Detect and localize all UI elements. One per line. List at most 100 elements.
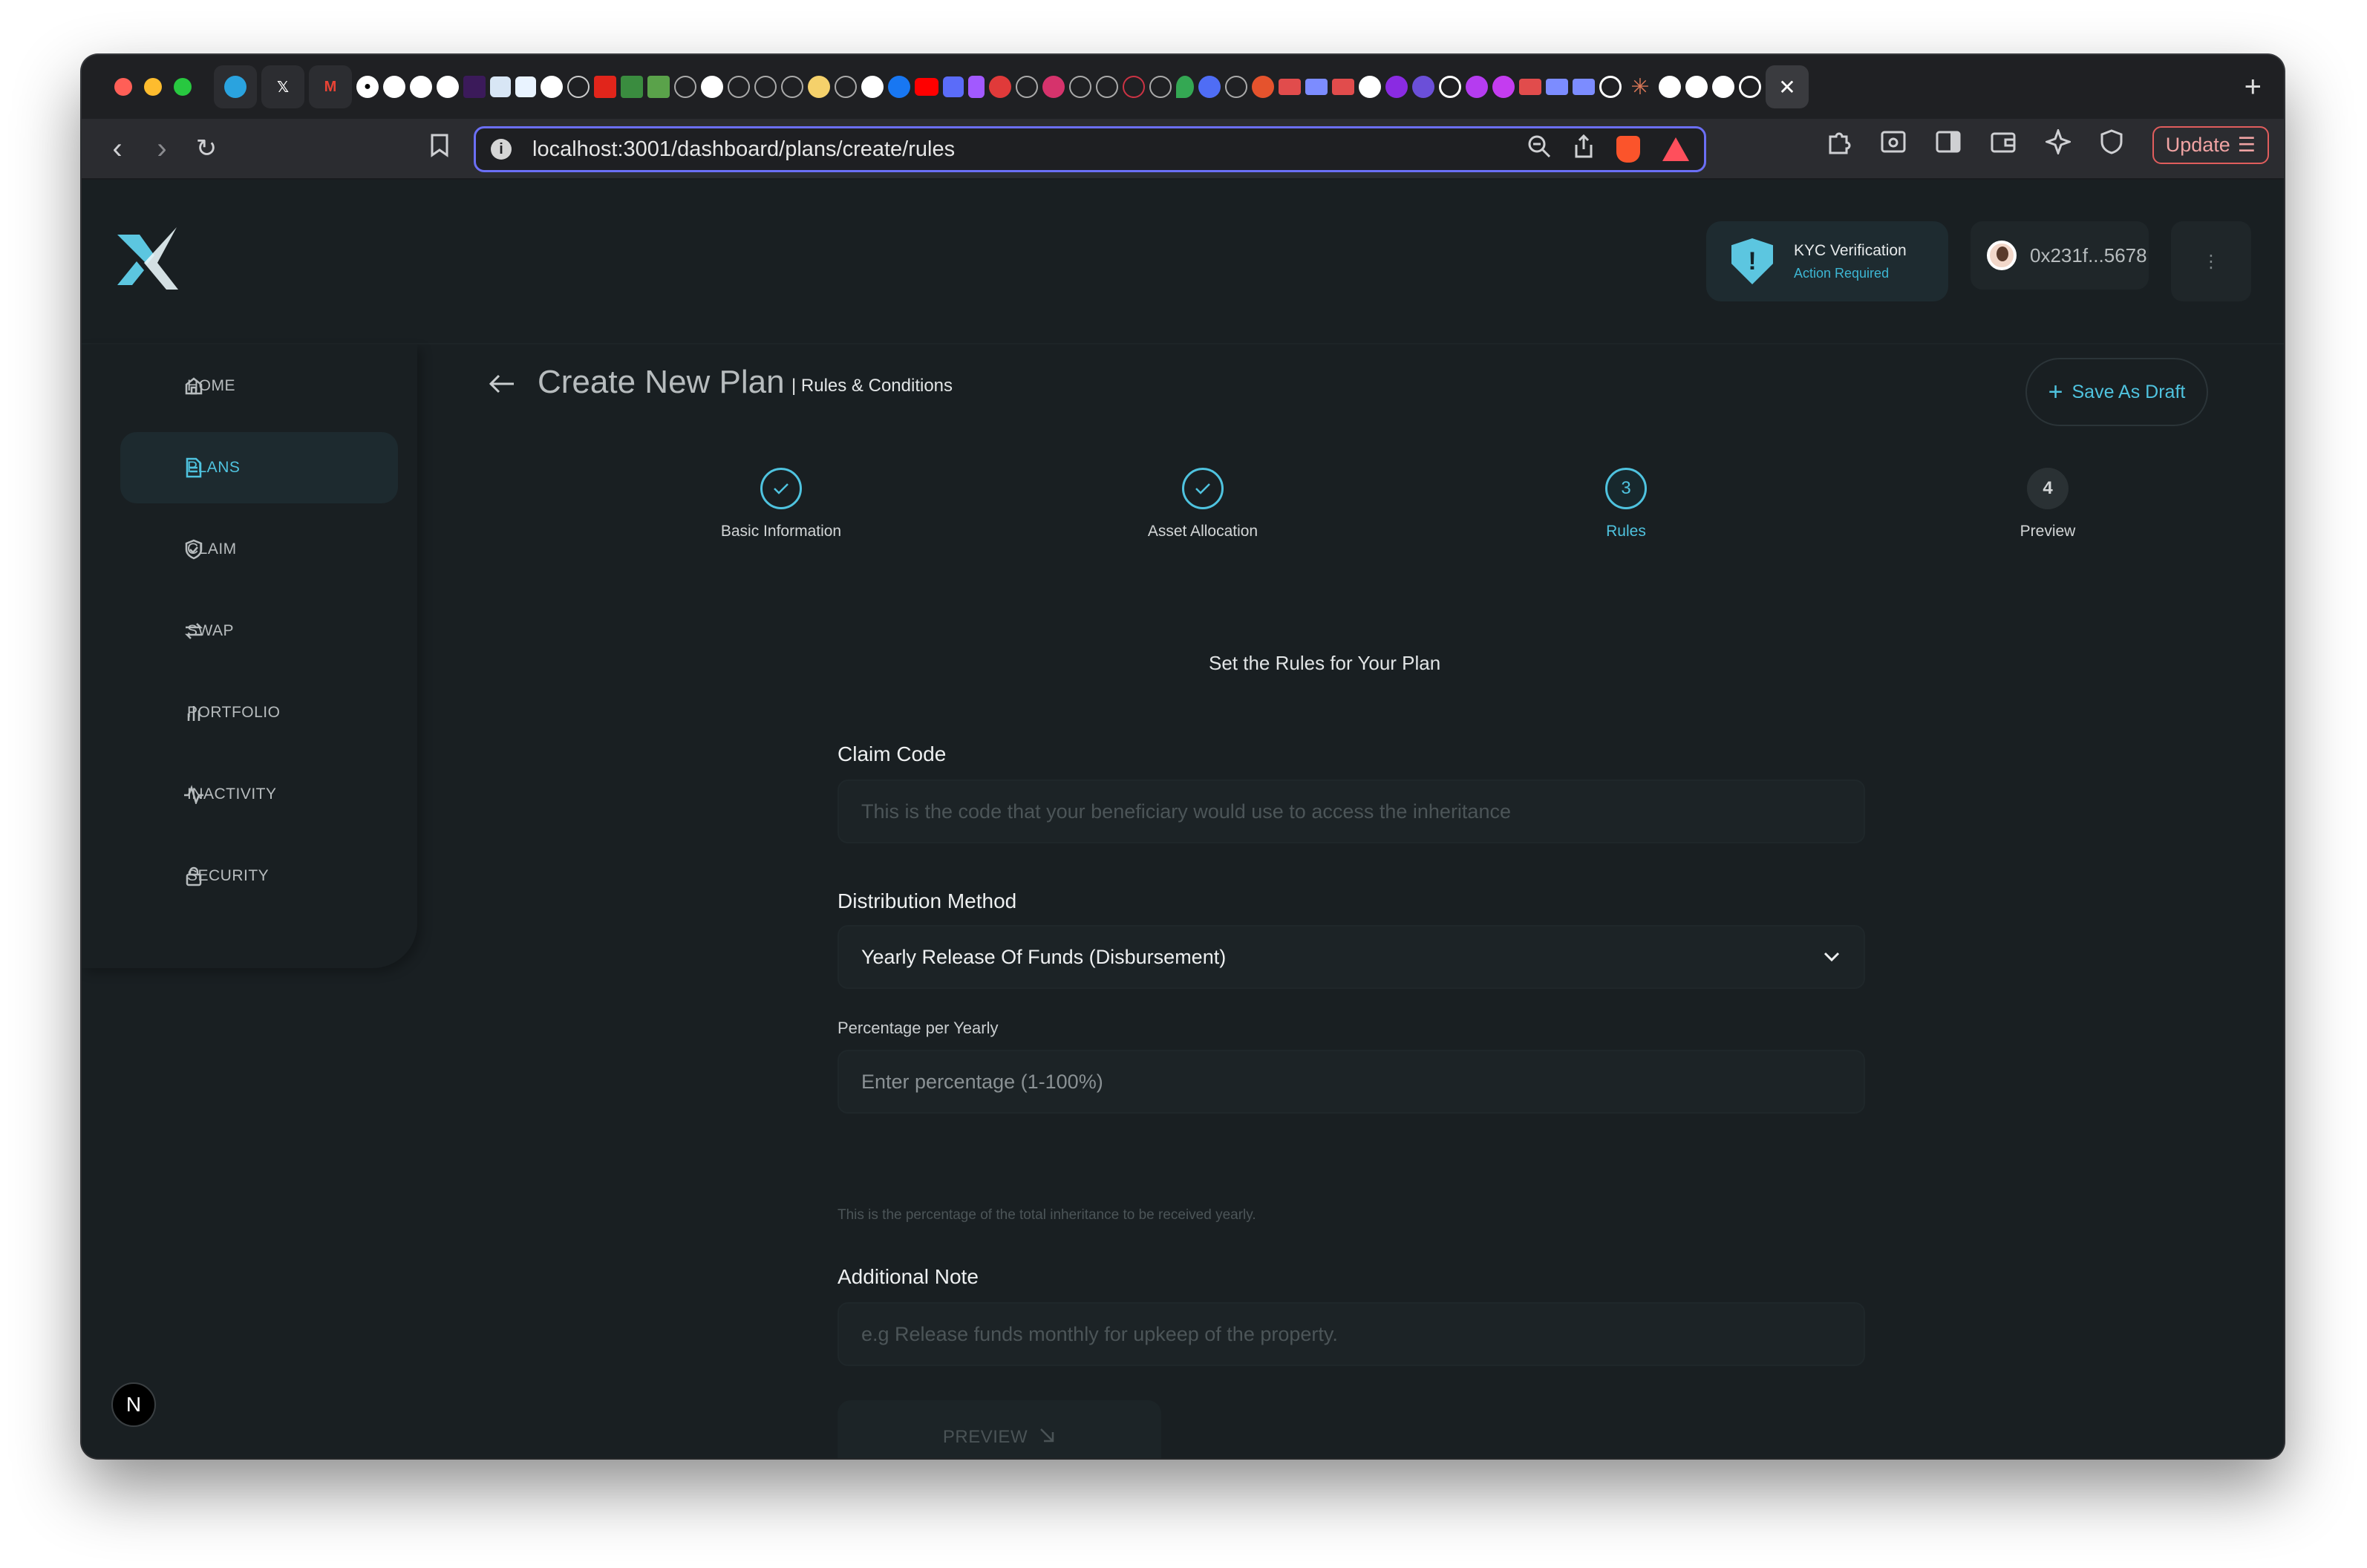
forward-icon[interactable]: › [140, 132, 184, 166]
sidebar-item-home[interactable]: HOME [120, 350, 398, 422]
extensions-icon[interactable] [1826, 129, 1851, 161]
site-tab-icon[interactable] [674, 76, 696, 98]
percentage-input[interactable] [838, 1050, 1865, 1114]
sidebar-item-claim[interactable]: CLAIM [120, 514, 398, 585]
github-tab-icon[interactable]: ● [356, 76, 379, 98]
site-tab-icon[interactable] [943, 76, 964, 97]
figma-tab-icon[interactable] [968, 76, 985, 98]
site-tab-icon[interactable] [490, 76, 511, 97]
brave-shield-icon[interactable] [1616, 136, 1640, 163]
close-window-button[interactable] [114, 78, 132, 96]
github-tab-icon[interactable] [1712, 76, 1734, 98]
site-tab-icon[interactable] [728, 76, 750, 98]
step-basic-information[interactable]: Basic Information [670, 468, 892, 540]
site-tab-icon[interactable] [1412, 76, 1434, 98]
site-tab-icon[interactable] [1042, 76, 1065, 98]
sidebar-item-plans[interactable]: PLANS [120, 432, 398, 503]
step-asset-allocation[interactable]: Asset Allocation [1091, 468, 1314, 540]
bookmark-icon[interactable] [417, 134, 462, 163]
site-tab-icon[interactable] [1385, 76, 1408, 98]
site-info-icon[interactable]: i [491, 139, 512, 160]
github-tab-icon[interactable] [1685, 76, 1708, 98]
site-tab-icon[interactable] [1279, 79, 1301, 95]
sidebar-item-swap[interactable]: SWAP [120, 595, 398, 667]
address-bar[interactable]: i localhost:3001/dashboard/plans/create/… [474, 126, 1706, 172]
back-icon[interactable]: ‹ [95, 132, 140, 166]
site-tab-icon[interactable] [835, 76, 857, 98]
site-tab-icon[interactable] [1739, 76, 1761, 98]
sidebar-toggle-icon[interactable] [1936, 131, 1961, 160]
wallet-icon[interactable] [1991, 131, 2016, 160]
site-tab-icon[interactable] [781, 76, 803, 98]
site-tab-icon[interactable] [1069, 76, 1091, 98]
site-tab-icon[interactable] [1466, 76, 1488, 98]
site-tab-icon[interactable] [1439, 76, 1461, 98]
dev-tools-badge[interactable]: N [111, 1382, 156, 1427]
x-tab-icon[interactable]: 𝕏 [261, 65, 304, 108]
site-tab-icon[interactable] [1123, 76, 1145, 98]
site-tab-icon[interactable] [1198, 76, 1221, 98]
site-tab-icon[interactable] [1599, 76, 1622, 98]
vpn-icon[interactable] [2100, 129, 2123, 161]
app-logo[interactable] [114, 226, 181, 293]
brave-rewards-icon[interactable] [1662, 137, 1689, 161]
adobe-tab-icon[interactable] [594, 76, 616, 98]
active-tab-close-icon[interactable]: ✕ [1766, 65, 1809, 108]
more-options-icon[interactable]: ⋮ [2171, 221, 2251, 301]
url-text[interactable]: localhost:3001/dashboard/plans/create/ru… [532, 137, 955, 162]
leo-ai-icon[interactable] [2043, 127, 2073, 161]
github-tab-icon[interactable] [1359, 76, 1381, 98]
minimize-window-button[interactable] [144, 78, 162, 96]
github-tab-icon[interactable] [383, 76, 405, 98]
github-tab-icon[interactable] [701, 76, 723, 98]
wallet-button[interactable]: 0x231f...5678 [1971, 221, 2149, 290]
site-tab-icon[interactable] [621, 76, 643, 98]
github-tab-icon[interactable] [437, 76, 459, 98]
site-tab-icon[interactable] [754, 76, 777, 98]
site-tab-icon[interactable] [1546, 79, 1568, 95]
site-tab-icon[interactable] [808, 76, 830, 98]
site-tab-icon[interactable] [1252, 76, 1274, 98]
preview-button[interactable]: PREVIEW [838, 1400, 1161, 1458]
zoom-icon[interactable] [1527, 134, 1551, 164]
site-tab-icon[interactable] [541, 76, 563, 98]
additional-note-input[interactable] [838, 1302, 1865, 1366]
facebook-tab-icon[interactable] [888, 76, 910, 98]
new-tab-button[interactable]: + [2244, 71, 2262, 104]
sidebar-item-security[interactable]: SECURITY [120, 840, 398, 912]
update-button[interactable]: Update ☰ [2152, 126, 2269, 164]
site-tab-icon[interactable] [1016, 76, 1038, 98]
github-tab-icon[interactable] [861, 76, 884, 98]
github-tab-icon[interactable] [1659, 76, 1681, 98]
site-tab-icon[interactable] [515, 76, 536, 97]
zoom-window-button[interactable] [174, 78, 192, 96]
github-tab-icon[interactable] [410, 76, 432, 98]
site-tab-icon[interactable] [1573, 79, 1595, 95]
kyc-verification-card[interactable]: ! KYC Verification Action Required [1706, 221, 1948, 301]
site-tab-icon[interactable] [1225, 76, 1247, 98]
site-tab-icon[interactable] [567, 76, 590, 98]
sidebar-item-portfolio[interactable]: PORTFOLIO [120, 677, 398, 748]
step-rules[interactable]: 3 Rules [1515, 468, 1737, 540]
site-tab-icon[interactable] [647, 76, 670, 98]
site-tab-icon[interactable] [1149, 76, 1172, 98]
telegram-tab-icon[interactable] [214, 65, 257, 108]
screenshot-icon[interactable] [1881, 131, 1906, 160]
site-tab-icon[interactable] [1096, 76, 1118, 98]
maps-tab-icon[interactable] [1176, 76, 1194, 98]
site-tab-icon[interactable] [1492, 76, 1515, 98]
step-preview[interactable]: 4 Preview [1936, 468, 2159, 540]
share-icon[interactable] [1573, 134, 1594, 164]
site-tab-icon[interactable] [1332, 79, 1354, 95]
claim-code-input[interactable] [838, 780, 1865, 843]
site-tab-icon[interactable] [989, 76, 1011, 98]
distribution-method-select[interactable]: Yearly Release Of Funds (Disbursement) [838, 925, 1865, 989]
save-as-draft-button[interactable]: + Save As Draft [2025, 358, 2208, 426]
site-tab-icon[interactable] [1305, 79, 1328, 95]
sidebar-item-inactivity[interactable]: INACTIVITY [120, 759, 398, 830]
youtube-tab-icon[interactable] [915, 78, 938, 96]
reload-icon[interactable]: ↻ [184, 134, 229, 163]
site-tab-icon[interactable] [1519, 79, 1541, 95]
back-arrow-icon[interactable] [487, 370, 517, 403]
gmail-tab-icon[interactable]: M [309, 65, 352, 108]
